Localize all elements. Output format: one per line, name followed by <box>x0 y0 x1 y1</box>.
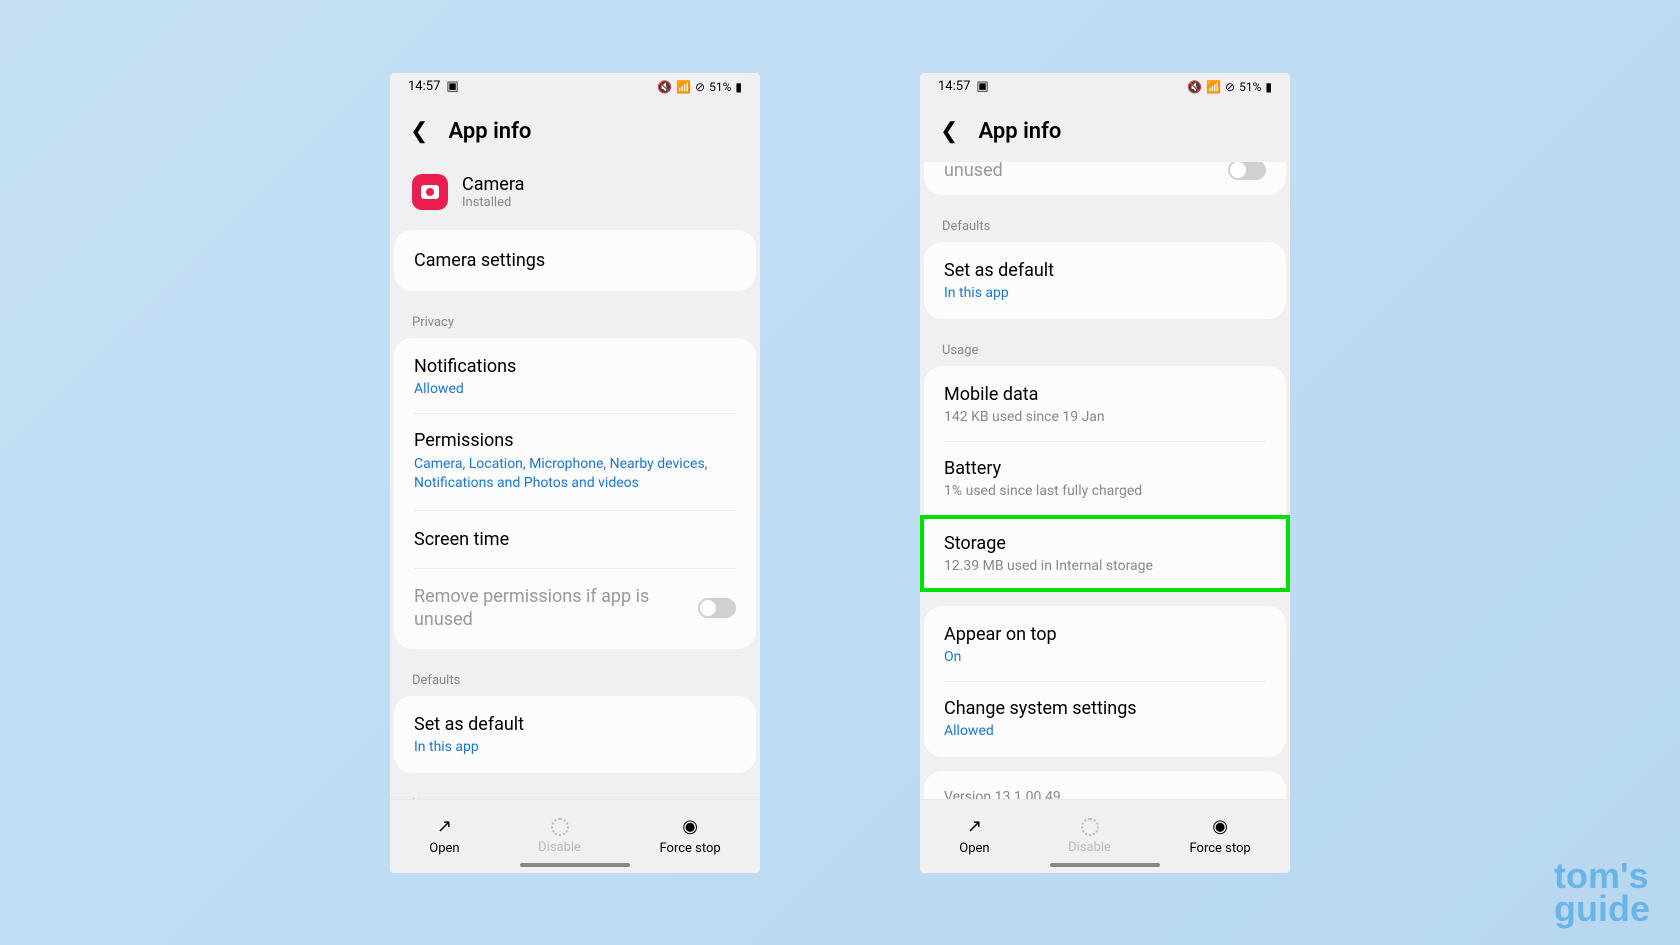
change-system-title: Change system settings <box>944 698 1266 719</box>
page-header: ❮ App info <box>390 101 760 162</box>
permissions-sub: Camera, Location, Microphone, Nearby dev… <box>414 455 736 494</box>
remove-permissions-partial[interactable]: unused <box>924 162 1286 193</box>
no-sim-icon: ⊘ <box>695 80 705 94</box>
camera-icon <box>421 185 439 199</box>
status-bar: 14:57 ▣ 🔇 📶 ⊘ 51% ▮ <box>920 73 1290 101</box>
spinner-icon <box>551 818 569 836</box>
battery-sub: 1% used since last fully charged <box>944 483 1266 499</box>
open-icon: ↗ <box>967 816 982 837</box>
app-header: Camera Installed <box>390 162 760 230</box>
force-stop-button[interactable]: ◉ Force stop <box>1189 816 1250 856</box>
appear-on-top-title: Appear on top <box>944 624 1266 645</box>
battery-icon: ▮ <box>1265 80 1272 94</box>
force-stop-label: Force stop <box>659 841 720 856</box>
status-time: 14:57 <box>938 79 970 94</box>
section-usage: Usage <box>920 333 1290 366</box>
notifications-sub: Allowed <box>414 381 736 397</box>
remove-permissions-toggle[interactable] <box>698 598 736 618</box>
set-default-sub: In this app <box>414 739 736 755</box>
wifi-icon: 📶 <box>676 80 691 94</box>
app-install-status: Installed <box>462 195 524 210</box>
app-name: Camera <box>462 174 524 195</box>
version-label: Version 13.1.00.49 <box>924 771 1286 799</box>
disable-button: Disable <box>1068 818 1111 855</box>
change-system-row[interactable]: Change system settings Allowed <box>944 682 1266 755</box>
screen-time-label: Screen time <box>414 529 736 550</box>
open-button[interactable]: ↗ Open <box>959 816 989 856</box>
camera-settings-row[interactable]: Camera settings <box>414 232 736 289</box>
mute-icon: 🔇 <box>1187 80 1202 94</box>
mute-icon: 🔇 <box>657 80 672 94</box>
storage-sub: 12.39 MB used in Internal storage <box>944 558 1266 574</box>
status-time: 14:57 <box>408 79 440 94</box>
page-title: App info <box>448 119 531 144</box>
force-stop-label: Force stop <box>1189 841 1250 856</box>
mobile-data-title: Mobile data <box>944 384 1266 405</box>
battery-title: Battery <box>944 458 1266 479</box>
watermark-line2: guide <box>1554 888 1650 929</box>
force-stop-button[interactable]: ◉ Force stop <box>659 816 720 856</box>
battery-icon: ▮ <box>735 80 742 94</box>
phone-screenshot-right: 14:57 ▣ 🔇 📶 ⊘ 51% ▮ ❮ App info unused De… <box>920 73 1290 873</box>
wifi-icon: 📶 <box>1206 80 1221 94</box>
target-icon: ◉ <box>682 816 698 837</box>
page-header: ❮ App info <box>920 101 1290 162</box>
section-defaults: Defaults <box>390 663 760 696</box>
storage-title: Storage <box>944 533 1266 554</box>
set-default-title: Set as default <box>414 714 736 735</box>
battery-percent: 51% <box>709 80 731 94</box>
appear-on-top-sub: On <box>944 649 1266 665</box>
open-button[interactable]: ↗ Open <box>429 816 459 856</box>
permissions-row[interactable]: Permissions Camera, Location, Microphone… <box>414 414 736 511</box>
section-usage: Usage <box>390 787 760 798</box>
remove-permissions-label: Remove permissions if app is unused <box>414 585 698 632</box>
disable-label: Disable <box>1068 840 1111 855</box>
bottom-action-bar: ↗ Open Disable ◉ Force stop <box>390 799 760 873</box>
camera-settings-label: Camera settings <box>414 250 736 271</box>
screenshot-icon: ▣ <box>446 79 458 94</box>
target-icon: ◉ <box>1212 816 1228 837</box>
section-privacy: Privacy <box>390 305 760 338</box>
open-icon: ↗ <box>437 816 452 837</box>
change-system-sub: Allowed <box>944 723 1266 739</box>
appear-on-top-row[interactable]: Appear on top On <box>944 608 1266 682</box>
open-label: Open <box>959 841 989 856</box>
disable-label: Disable <box>538 840 581 855</box>
nav-handle[interactable] <box>1050 863 1160 867</box>
back-icon[interactable]: ❮ <box>940 119 958 144</box>
page-title: App info <box>978 119 1061 144</box>
battery-percent: 51% <box>1239 80 1261 94</box>
set-default-row[interactable]: Set as default In this app <box>944 244 1266 317</box>
watermark-logo: tom's guide <box>1554 860 1650 925</box>
remove-permissions-row[interactable]: Remove permissions if app is unused <box>414 569 736 648</box>
status-bar: 14:57 ▣ 🔇 📶 ⊘ 51% ▮ <box>390 73 760 101</box>
set-default-row[interactable]: Set as default In this app <box>414 698 736 771</box>
mobile-data-row[interactable]: Mobile data 142 KB used since 19 Jan <box>944 368 1266 442</box>
storage-highlight: Storage 12.39 MB used in Internal storag… <box>920 515 1290 592</box>
screen-time-row[interactable]: Screen time <box>414 511 736 569</box>
permissions-title: Permissions <box>414 430 736 451</box>
set-default-sub: In this app <box>944 285 1266 301</box>
no-sim-icon: ⊘ <box>1225 80 1235 94</box>
section-defaults: Defaults <box>920 209 1290 242</box>
back-icon[interactable]: ❮ <box>410 119 428 144</box>
notifications-row[interactable]: Notifications Allowed <box>414 340 736 414</box>
bottom-action-bar: ↗ Open Disable ◉ Force stop <box>920 799 1290 873</box>
nav-handle[interactable] <box>520 863 630 867</box>
app-icon-camera <box>412 174 448 210</box>
storage-row[interactable]: Storage 12.39 MB used in Internal storag… <box>924 519 1286 588</box>
screenshot-icon: ▣ <box>976 79 988 94</box>
set-default-title: Set as default <box>944 260 1266 281</box>
remove-permissions-toggle[interactable] <box>1228 162 1266 181</box>
open-label: Open <box>429 841 459 856</box>
phone-screenshot-left: 14:57 ▣ 🔇 📶 ⊘ 51% ▮ ❮ App info Camera In… <box>390 73 760 873</box>
mobile-data-sub: 142 KB used since 19 Jan <box>944 409 1266 425</box>
notifications-title: Notifications <box>414 356 736 377</box>
battery-row[interactable]: Battery 1% used since last fully charged <box>944 442 1266 515</box>
disable-button: Disable <box>538 818 581 855</box>
spinner-icon <box>1081 818 1099 836</box>
partial-unused-label: unused <box>944 162 1003 181</box>
